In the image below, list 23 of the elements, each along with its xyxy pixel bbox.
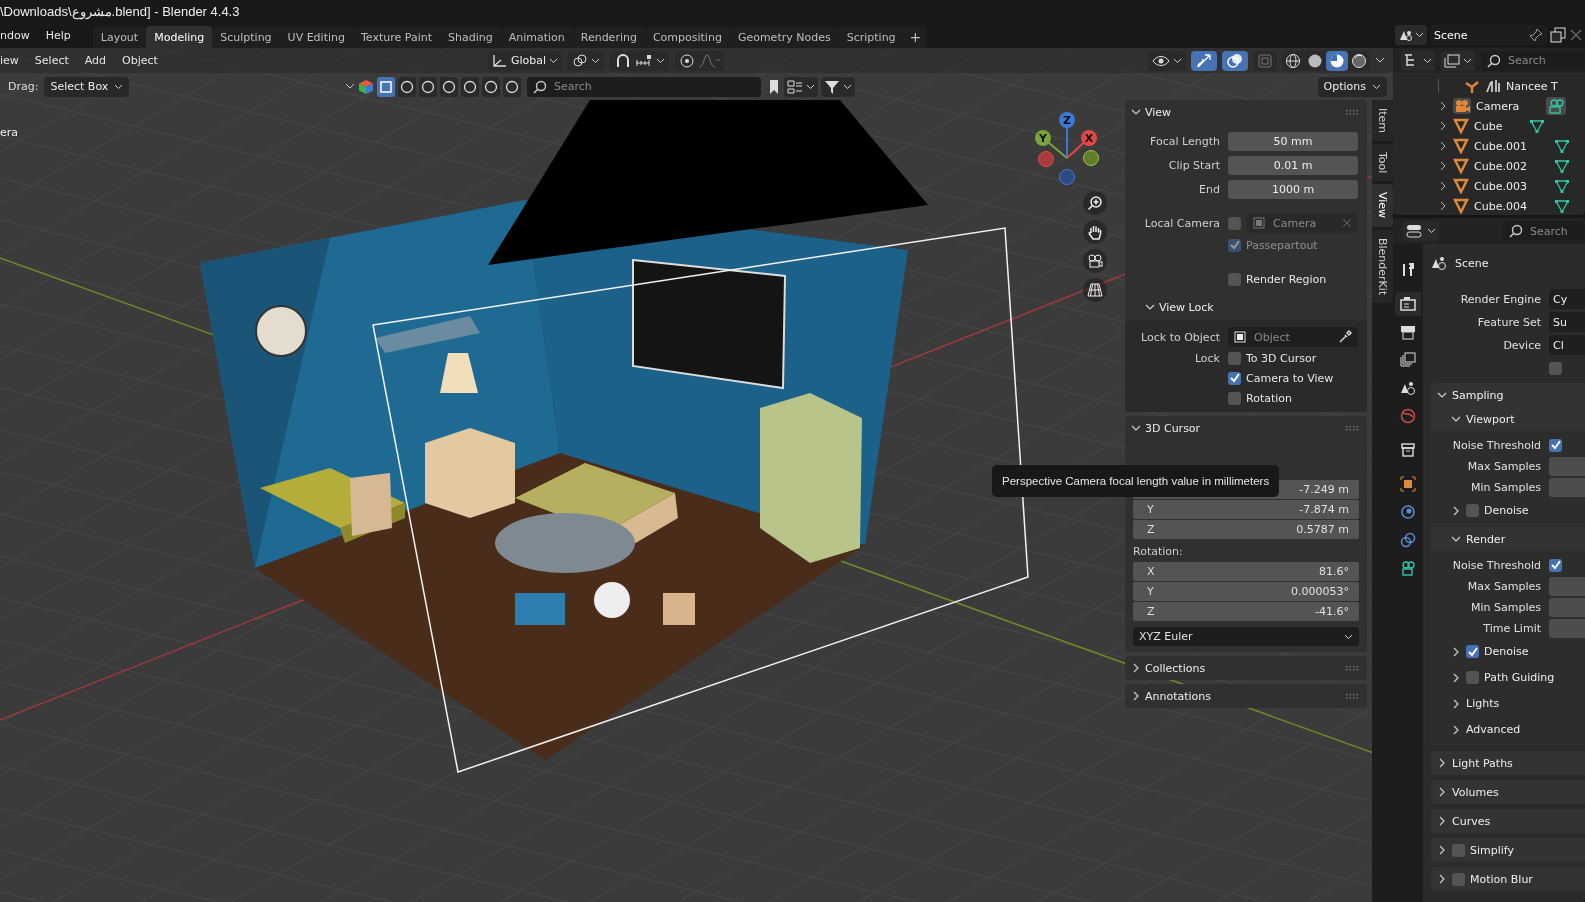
field-label: Focal Length [1149,134,1220,148]
tooltip: Perspective Camera focal length value in millimeters [992,465,1280,497]
field-label: Local Camera [1143,216,1220,230]
viewport-label: era [0,126,19,139]
field-label: Lock to Object [1140,330,1220,344]
field-label: Noise Threshold [1451,558,1541,572]
field-label: Feature Set [1476,315,1541,329]
field-label: Min Samples [1470,600,1541,614]
field-label: Clip Start [1167,158,1220,172]
field-label: Noise Threshold [1451,438,1541,452]
field-label: Lock [1193,351,1220,365]
context-name: Scene [1455,256,1489,270]
field-label: Min Samples [1470,480,1541,494]
field-label: End [1198,182,1220,196]
field-label: Render Engine [1459,292,1541,306]
field-label: Device [1502,338,1541,352]
scene-name: Scene [1434,28,1469,42]
field-label: Time Limit [1482,621,1541,635]
rotation-label: Rotation: [1133,545,1184,558]
window-title: \Downloads\مشروع.blend] - Blender 4.4.3 [0,3,240,19]
field-label: Max Samples [1466,459,1541,473]
field-label: Max Samples [1466,579,1541,593]
drag-label: Drag: [8,80,39,93]
